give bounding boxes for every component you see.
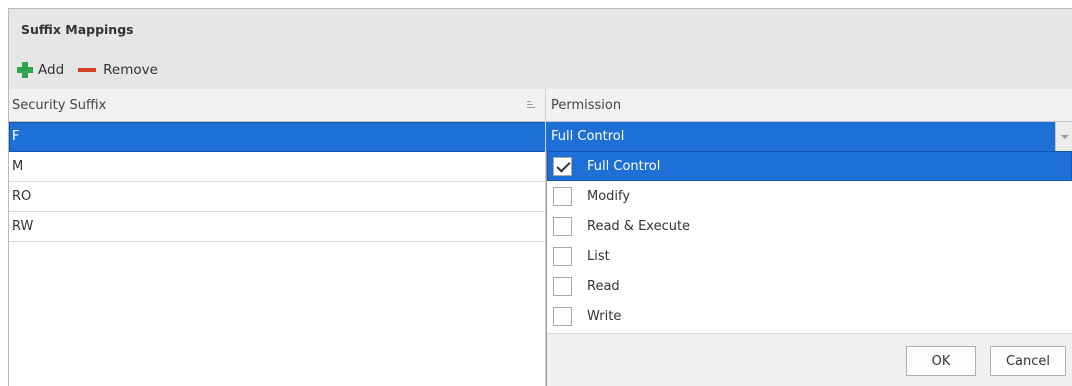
option-read-execute[interactable]: Read & Execute [547,211,1072,241]
panel-title: Suffix Mappings [21,22,134,37]
suffix-cell: F [12,129,20,144]
permission-editor-value: Full Control [551,129,625,144]
dropdown-footer: OK Cancel [547,333,1072,386]
checkbox[interactable] [553,246,572,266]
add-button-label: Add [38,62,65,78]
permission-dropdown: Full Control Modify Read & Execute List … [546,151,1072,386]
sort-icon[interactable] [527,101,535,110]
checkbox[interactable] [553,306,572,326]
column-header-permission[interactable]: Permission [546,89,1072,122]
option-list[interactable]: List [547,241,1072,271]
option-label: Read [587,278,620,294]
column-header-security-suffix[interactable]: Security Suffix [9,89,546,122]
table-row[interactable]: M [9,152,546,182]
suffix-mappings-panel: Suffix Mappings Add Remove Security Suff… [8,8,1072,386]
minus-icon [78,68,97,72]
option-label: List [587,248,610,264]
option-read[interactable]: Read [547,271,1072,301]
checkbox[interactable] [553,216,572,236]
add-button[interactable]: Add [17,62,64,78]
table-row[interactable]: RW [9,212,546,242]
grid-rows: F M RO RW [9,122,546,242]
remove-button-label: Remove [103,62,158,78]
suffix-cell: RO [12,189,32,204]
option-write[interactable]: Write [547,301,1072,331]
suffix-grid: Security Suffix Permission F M RO RW Ful… [9,89,1072,386]
option-label: Full Control [587,158,661,174]
remove-button[interactable]: Remove [78,62,158,78]
checkbox[interactable] [553,276,572,296]
ok-button[interactable]: OK [906,346,976,376]
cancel-button[interactable]: Cancel [990,346,1066,376]
option-full-control[interactable]: Full Control [547,151,1072,181]
option-label: Read & Execute [587,218,691,234]
table-row[interactable]: F [9,122,546,152]
permission-editor[interactable]: Full Control [546,122,1072,151]
suffix-cell: RW [12,219,34,234]
option-label: Write [587,308,622,324]
checkbox[interactable] [553,186,572,206]
column-header-label: Permission [551,97,622,113]
option-label: Modify [587,188,631,204]
plus-icon [17,62,33,78]
suffix-cell: M [12,159,24,174]
table-row[interactable]: RO [9,182,546,212]
check-icon[interactable] [553,156,572,176]
chevron-down-icon[interactable] [1055,122,1072,151]
toolbar: Add Remove [17,58,172,82]
column-header-label: Security Suffix [12,97,107,113]
option-modify[interactable]: Modify [547,181,1072,211]
